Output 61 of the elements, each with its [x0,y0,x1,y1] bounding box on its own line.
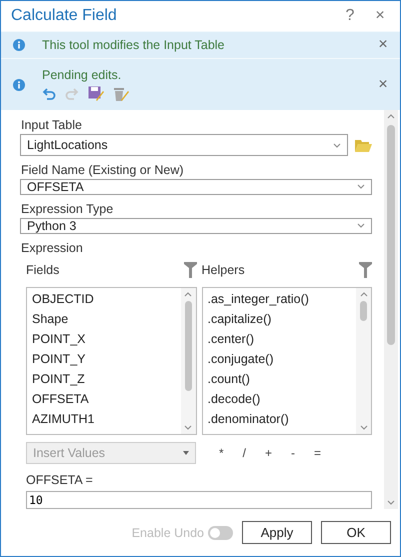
caret-icon[interactable] [333,142,341,148]
scroll-up-icon[interactable] [360,292,368,297]
dialog-button[interactable]: OK [321,521,391,544]
list-item[interactable]: .decode() [208,388,351,409]
window-title: Calculate Field [11,7,118,25]
save-edits-icon[interactable] [88,86,104,101]
close-button[interactable]: × [368,7,392,25]
list-item[interactable]: POINT_X [32,328,176,349]
filter-icon[interactable] [184,262,196,278]
list-item[interactable]: OBJECTID [32,288,176,309]
folder-icon[interactable] [355,138,372,152]
expression-target: OFFSETA = [26,472,94,487]
expression-input[interactable]: 10 [26,490,372,509]
operator-button[interactable]: / [240,446,248,460]
banner-text: This tool modifies the Input Table [42,38,226,52]
list-item[interactable]: .conjugate() [208,348,351,369]
list-item[interactable]: Shape [32,308,176,329]
field-label: Expression Type [21,202,114,216]
list-item[interactable]: OFFSETA [32,388,176,409]
list-item[interactable]: AZIMUTH1 [32,408,176,429]
info-icon [13,39,25,51]
dialog-button[interactable]: Apply [242,521,312,544]
discard-edits-icon[interactable] [113,86,129,102]
caret-icon[interactable] [357,223,365,228]
scrollbar-thumb[interactable] [360,300,367,321]
scroll-down-icon[interactable] [360,424,368,430]
list-item[interactable]: .denominator() [208,408,351,429]
operator-button[interactable]: - [289,446,298,460]
list-item[interactable]: .center() [208,328,351,349]
list-item[interactable]: POINT_Z [32,368,176,389]
list-item[interactable]: .count() [208,368,351,389]
filter-icon[interactable] [359,262,372,278]
undo-icon[interactable] [42,86,56,100]
close-button[interactable]: × [374,76,392,94]
expression-type-dropdown[interactable]: Python 3 [20,218,372,234]
undo-toggle[interactable] [208,526,233,540]
list-item[interactable]: POINT_Y [32,348,176,369]
operator-button[interactable]: = [312,446,324,460]
field-name-dropdown[interactable]: OFFSETA [20,178,372,195]
operator-button[interactable]: + [263,446,274,460]
scroll-up-icon[interactable] [184,292,192,297]
table-dropdown[interactable]: LightLocations [20,134,348,156]
column-label: Fields [26,262,60,277]
close-button[interactable]: × [374,36,392,54]
section-label: Expression [21,240,84,255]
field-label: Input Table [21,118,83,132]
scroll-down-icon[interactable] [184,424,192,430]
caret-icon[interactable] [357,184,365,190]
scrollbar-thumb[interactable] [184,300,192,391]
operator-button[interactable]: * [217,446,226,460]
scroll-down-icon[interactable] [387,500,395,505]
undo-label: Enable Undo [132,526,204,540]
info-icon [13,78,25,90]
scrollbar-thumb[interactable] [387,125,395,345]
banner-text: Pending edits. [42,68,122,82]
scroll-up-icon[interactable] [387,114,395,119]
list-item[interactable]: .as_integer_ratio() [208,288,351,309]
list-item[interactable]: .capitalize() [208,308,351,329]
field-label: Field Name (Existing or New) [21,162,185,177]
help-button[interactable]: ? [338,7,362,25]
column-label: Helpers [202,262,245,277]
